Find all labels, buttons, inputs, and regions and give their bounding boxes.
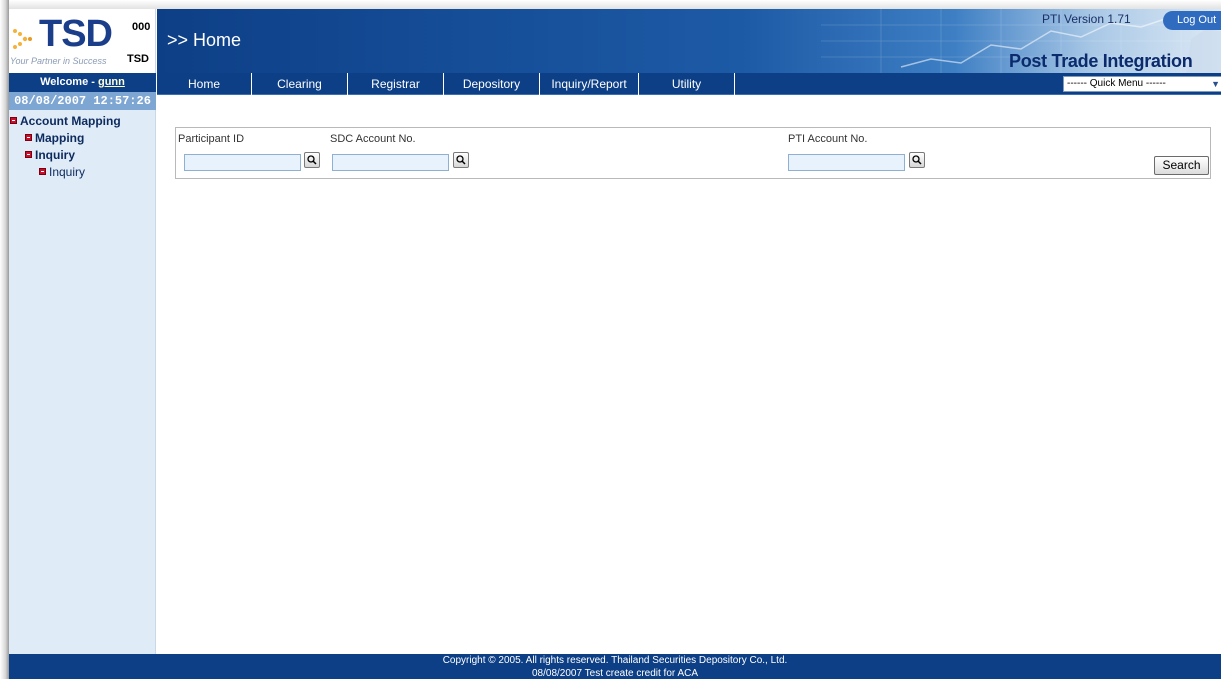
product-name: Post Trade Integration bbox=[1009, 51, 1193, 71]
copyright-text: Copyright © 2005. All rights reserved. T… bbox=[442, 655, 788, 666]
search-panel: Participant ID SDC Account No. PTI Accou… bbox=[175, 127, 1211, 179]
participant-lookup-button[interactable] bbox=[304, 152, 320, 168]
nav-utility[interactable]: Utility bbox=[639, 73, 735, 95]
tree-item-label: Account Mapping bbox=[20, 114, 121, 128]
version-label: PTI Version 1.71 bbox=[1042, 12, 1131, 26]
welcome-bar: Welcome - gunn bbox=[9, 73, 156, 92]
footer: Copyright © 2005. All rights reserved. T… bbox=[9, 654, 1221, 679]
sdc-account-label: SDC Account No. bbox=[330, 133, 416, 145]
logo-text: TSD bbox=[39, 13, 113, 55]
main-nav: Home Clearing Registrar Depository Inqui… bbox=[157, 73, 1221, 95]
tree-item-inquiry[interactable]: Inquiry bbox=[25, 148, 75, 162]
expand-icon bbox=[25, 134, 32, 141]
tree-item-label: Inquiry bbox=[35, 148, 76, 162]
sdc-lookup-button[interactable] bbox=[453, 152, 469, 168]
collapse-icon bbox=[25, 151, 32, 158]
tsd-logo-mark-icon bbox=[13, 29, 32, 49]
org-code: 000 bbox=[132, 21, 151, 33]
header-banner: >> Home PTI Version 1.71 Log Out Post Tr… bbox=[157, 9, 1221, 73]
sidebar: 08/08/2007 12:57:26 Account Mapping Mapp… bbox=[9, 92, 156, 663]
username-link[interactable]: gunn bbox=[98, 76, 125, 88]
logo-tagline: Your Partner in Success bbox=[10, 56, 107, 66]
tree-item-account-mapping[interactable]: Account Mapping bbox=[10, 114, 121, 128]
magnifier-icon bbox=[456, 155, 466, 165]
nav-registrar[interactable]: Registrar bbox=[348, 73, 444, 95]
pti-account-label: PTI Account No. bbox=[788, 133, 868, 145]
footer-note: 08/08/2007 Test create credit for ACA bbox=[531, 668, 699, 679]
pti-account-input[interactable] bbox=[788, 154, 905, 171]
quick-menu-value: ------ Quick Menu ------ bbox=[1067, 78, 1166, 89]
app-frame: TSD Your Partner in Success 000 TSD >> H… bbox=[9, 9, 1221, 679]
chevron-down-icon: ▼ bbox=[1211, 79, 1220, 89]
nav-home[interactable]: Home bbox=[157, 73, 252, 95]
search-button[interactable]: Search bbox=[1154, 156, 1209, 175]
quick-menu-select[interactable]: ------ Quick Menu ------ ▼ bbox=[1063, 76, 1221, 92]
participant-id-input[interactable] bbox=[184, 154, 301, 171]
window-top-edge bbox=[0, 0, 1221, 9]
welcome-prefix: Welcome - bbox=[40, 76, 98, 88]
tree-item-mapping[interactable]: Mapping bbox=[25, 131, 84, 145]
tree-item-label: Inquiry bbox=[49, 165, 86, 179]
logo-area: TSD Your Partner in Success 000 TSD bbox=[9, 9, 156, 73]
nav-depository[interactable]: Depository bbox=[444, 73, 540, 95]
pti-lookup-button[interactable] bbox=[909, 152, 925, 168]
logout-button[interactable]: Log Out bbox=[1163, 11, 1221, 30]
magnifier-icon bbox=[307, 155, 317, 165]
current-datetime: 08/08/2007 12:57:26 bbox=[9, 92, 156, 110]
participant-id-label: Participant ID bbox=[178, 133, 245, 145]
sdc-account-input[interactable] bbox=[332, 154, 449, 171]
nav-inquiry-report[interactable]: Inquiry/Report bbox=[540, 73, 639, 95]
tree-item-inquiry-leaf[interactable]: Inquiry bbox=[39, 165, 85, 179]
window-left-edge bbox=[0, 0, 9, 679]
page-title: >> Home bbox=[167, 30, 242, 50]
nav-clearing[interactable]: Clearing bbox=[252, 73, 348, 95]
collapse-icon bbox=[10, 117, 17, 124]
tree-item-label: Mapping bbox=[35, 131, 85, 145]
leaf-icon bbox=[39, 168, 46, 175]
org-name: TSD bbox=[127, 53, 149, 65]
magnifier-icon bbox=[912, 155, 922, 165]
